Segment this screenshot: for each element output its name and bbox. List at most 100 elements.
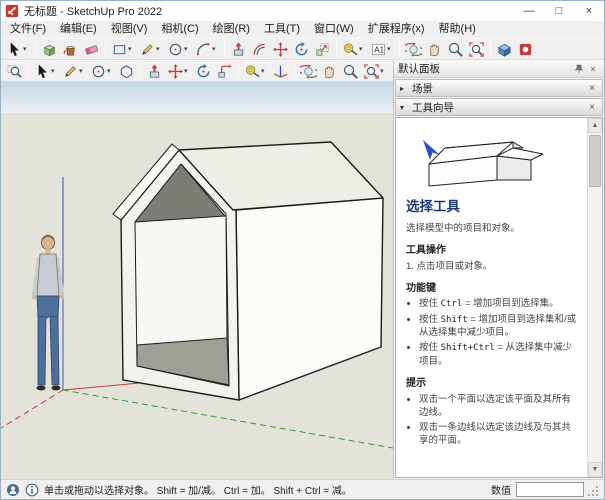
toolbar-divider: [399, 41, 400, 57]
auto-hide-pin-icon[interactable]: [572, 62, 586, 76]
3d-warehouse-button[interactable]: [494, 39, 515, 59]
info-icon[interactable]: [25, 483, 39, 497]
menu-item-2[interactable]: 编辑(E): [53, 21, 104, 38]
make-component-tool[interactable]: [39, 39, 60, 59]
rectangle-tool[interactable]: ▾: [109, 39, 137, 59]
orbit-tool[interactable]: [403, 39, 424, 59]
status-bar: 单击或拖动以选择对象。 Shift = 加/减。 Ctrl = 加。 Shift…: [1, 479, 604, 499]
dropdown-arrow-icon[interactable]: ▾: [359, 45, 366, 53]
window-title: 无标题 - SketchUp Pro 2022: [24, 3, 514, 19]
dropdown-arrow-icon[interactable]: ▾: [184, 67, 191, 75]
menu-item-9[interactable]: 帮助(H): [432, 21, 483, 38]
toolbar-row-2: ▾ ▾ ▾ ▾ ▾ ▾: [1, 60, 393, 82]
house-model[interactable]: [113, 142, 383, 400]
dropdown-arrow-icon[interactable]: ▾: [156, 45, 163, 53]
menu-item-6[interactable]: 工具(T): [257, 21, 307, 38]
menu-item-5[interactable]: 绘图(R): [206, 21, 257, 38]
toolbar-divider: [224, 41, 225, 57]
close-button[interactable]: ×: [574, 1, 604, 21]
scroll-track[interactable]: [588, 133, 602, 462]
line-tool[interactable]: ▾: [137, 39, 165, 59]
zoom-extents-tool[interactable]: [466, 39, 487, 59]
select-tool-alt[interactable]: ▾: [32, 61, 60, 81]
text-tool[interactable]: A1▾: [368, 39, 396, 59]
rotate-tool[interactable]: [291, 39, 312, 59]
move-tool-alt[interactable]: ▾: [165, 61, 193, 81]
tape-measure-tool[interactable]: ▾: [340, 39, 368, 59]
resize-grip[interactable]: [589, 483, 599, 497]
toolbar-row-1: ▾▾▾▾▾▾A1▾: [1, 38, 604, 60]
geolocation-icon[interactable]: [6, 483, 20, 497]
section-close-icon[interactable]: ×: [586, 83, 598, 94]
zoom-extents-tool-alt[interactable]: ▾: [361, 61, 389, 81]
dropdown-arrow-icon[interactable]: ▾: [212, 45, 219, 53]
scroll-down-button[interactable]: ▼: [588, 462, 602, 477]
tip-item: 双击一个平面以选定该平面及其所有边线。: [419, 393, 579, 419]
dropdown-arrow-icon[interactable]: ▾: [128, 45, 135, 53]
rotate-tool-alt[interactable]: [193, 61, 214, 81]
panel-close-icon[interactable]: ×: [586, 62, 600, 76]
dropdown-arrow-icon[interactable]: ▾: [387, 45, 394, 53]
menu-item-1[interactable]: 文件(F): [3, 21, 53, 38]
orbit-tool-alt[interactable]: [298, 61, 319, 81]
menu-item-4[interactable]: 相机(C): [154, 21, 205, 38]
polygon-tool[interactable]: [116, 61, 137, 81]
instructor-illustration: [411, 128, 575, 192]
modifier-item: 按住 Shift+Ctrl = 从选择集中减少项目。: [419, 341, 579, 368]
circle-tool-alt[interactable]: ▾: [88, 61, 116, 81]
arc-tool[interactable]: ▾: [193, 39, 221, 59]
extension-warehouse-button[interactable]: [515, 39, 536, 59]
dropdown-arrow-icon[interactable]: ▾: [23, 45, 30, 53]
tape-measure-tool-alt[interactable]: ▾: [242, 61, 270, 81]
scroll-up-button[interactable]: ▲: [588, 118, 602, 133]
zoom-window-tool[interactable]: [4, 61, 25, 81]
menu-item-8[interactable]: 扩展程序(x): [361, 21, 432, 38]
push-pull-tool[interactable]: [228, 39, 249, 59]
menu-item-3[interactable]: 视图(V): [104, 21, 155, 38]
zoom-tool-alt[interactable]: [340, 61, 361, 81]
model-viewport[interactable]: [1, 82, 393, 479]
circle-tool[interactable]: ▾: [165, 39, 193, 59]
section-close-icon[interactable]: ×: [586, 102, 598, 113]
measurements-input[interactable]: [516, 482, 584, 497]
menu-bar: 文件(F)编辑(E)视图(V)相机(C)绘图(R)工具(T)窗口(W)扩展程序(…: [1, 21, 604, 38]
section-scenes[interactable]: ▸ 场景 ×: [395, 79, 603, 97]
move-tool[interactable]: [270, 39, 291, 59]
select-tool[interactable]: ▾: [4, 39, 32, 59]
toolbar-divider: [294, 63, 295, 79]
dropdown-arrow-icon[interactable]: ▾: [380, 67, 387, 75]
line-tool-alt[interactable]: ▾: [60, 61, 88, 81]
eraser-tool[interactable]: [81, 39, 102, 59]
toolbar-divider: [238, 63, 239, 79]
dropdown-arrow-icon[interactable]: ▾: [51, 67, 58, 75]
minimize-button[interactable]: —: [514, 1, 544, 21]
pan-tool[interactable]: [424, 39, 445, 59]
scroll-thumb[interactable]: [589, 135, 601, 187]
section-instructor-label: 工具向导: [412, 100, 586, 115]
dropdown-arrow-icon[interactable]: ▾: [107, 67, 114, 75]
offset-tool[interactable]: [249, 39, 270, 59]
maximize-button[interactable]: □: [544, 1, 574, 21]
title-bar: 无标题 - SketchUp Pro 2022 — □ ×: [1, 1, 604, 21]
follow-me-tool[interactable]: [214, 61, 235, 81]
dropdown-arrow-icon[interactable]: ▾: [184, 45, 191, 53]
zoom-tool[interactable]: [445, 39, 466, 59]
dropdown-arrow-icon[interactable]: ▾: [79, 67, 86, 75]
left-column: ▾ ▾ ▾ ▾ ▾ ▾: [1, 60, 393, 479]
svg-text:A1: A1: [374, 45, 384, 54]
tip-item: 双击一条边线以选定该边线及与其共享的平面。: [419, 421, 579, 447]
instructor-scrollbar[interactable]: ▲ ▼: [587, 118, 602, 477]
toolbar-divider: [105, 41, 106, 57]
dropdown-arrow-icon[interactable]: ▾: [261, 67, 268, 75]
push-pull-tool-alt[interactable]: [144, 61, 165, 81]
toolbar-divider: [140, 63, 141, 79]
scale-tool[interactable]: [312, 39, 333, 59]
paint-bucket-tool[interactable]: [60, 39, 81, 59]
axes-tool[interactable]: [270, 61, 291, 81]
section-instructor[interactable]: ▾ 工具向导 ×: [395, 98, 603, 116]
viewport-scene[interactable]: [1, 82, 393, 479]
menu-item-7[interactable]: 窗口(W): [307, 21, 361, 38]
pan-tool-alt[interactable]: [319, 61, 340, 81]
operations-list: 1. 点击项目或对象。: [406, 260, 579, 273]
toolbar-divider: [490, 41, 491, 57]
